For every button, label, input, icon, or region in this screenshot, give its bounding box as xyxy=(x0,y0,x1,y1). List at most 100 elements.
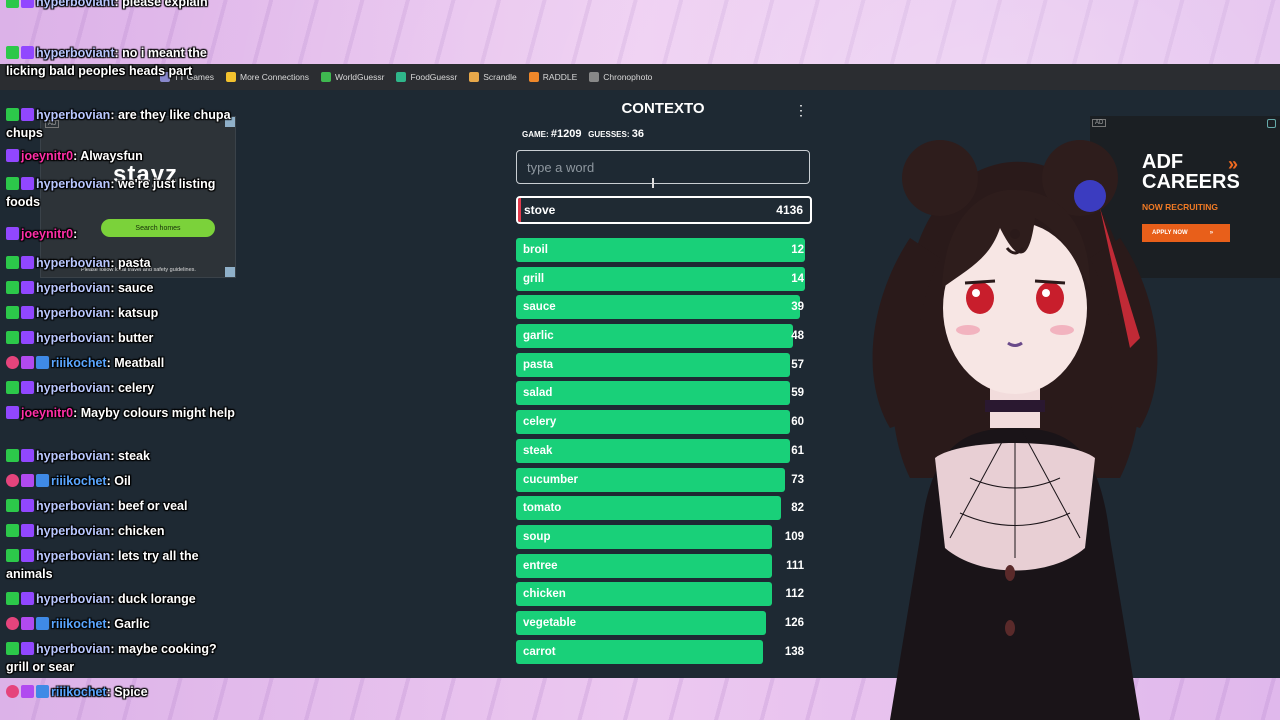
chat-separator: : xyxy=(110,642,118,656)
game-label: GAME: xyxy=(522,130,549,139)
guess-word: broil xyxy=(523,244,548,256)
chat-username[interactable]: hyperbovian xyxy=(36,281,110,295)
guess-distance: 48 xyxy=(791,330,804,343)
chat-username[interactable]: hyperbovian xyxy=(36,449,110,463)
chat-username[interactable]: hyperbovian xyxy=(36,381,110,395)
chat-separator: : xyxy=(110,592,118,606)
chat-message: hyperbovian: steak xyxy=(6,448,238,466)
chat-username[interactable]: hyperbovian xyxy=(36,549,110,563)
guess-word: carrot xyxy=(523,645,556,658)
chat-username[interactable]: joeynitr0 xyxy=(21,149,73,163)
guess-word: chicken xyxy=(523,588,566,601)
bookmark-item[interactable]: Scrandle xyxy=(469,72,517,82)
chat-message: hyperbovian: maybe cooking? grill or sea… xyxy=(6,641,238,676)
distance-bar xyxy=(516,381,790,406)
chat-text: Spice xyxy=(114,685,148,699)
ad-info-icon[interactable] xyxy=(1267,119,1276,128)
bookmark-label: WorldGuessr xyxy=(334,72,385,82)
green-badge-icon xyxy=(6,642,19,655)
chat-username[interactable]: hyperbovian xyxy=(36,592,110,606)
chat-username[interactable]: hyperbovian xyxy=(36,499,110,513)
guess-row: steak 61 xyxy=(516,438,812,463)
chat-separator: : xyxy=(110,281,118,295)
word-input[interactable] xyxy=(516,150,810,184)
guess-row: garlic 48 xyxy=(516,324,812,349)
guess-word: soup xyxy=(523,530,551,543)
chat-username[interactable]: riiikochet xyxy=(51,474,107,488)
chat-text: butter xyxy=(117,331,154,345)
purple-badge-icon xyxy=(6,227,19,240)
blue-badge-icon xyxy=(36,356,49,369)
chat-username[interactable]: joeynitr0 xyxy=(21,406,73,420)
chat-text: Garlic xyxy=(114,617,150,631)
chat-username[interactable]: hyperboviant xyxy=(36,0,115,9)
guess-distance: 39 xyxy=(791,301,804,314)
green-badge-icon xyxy=(6,381,19,394)
chat-text: duck lorange xyxy=(117,592,196,606)
chat-message: hyperbovian: we're just listing foods xyxy=(6,176,238,211)
chat-username[interactable]: hyperbovian xyxy=(36,108,110,122)
chat-separator: : xyxy=(110,524,118,538)
chat-message: hyperbovian: beef or veal xyxy=(6,498,238,516)
last-guess-distance: 4136 xyxy=(776,203,803,217)
bookmark-item[interactable]: FoodGuessr xyxy=(396,72,457,82)
chat-username[interactable]: riiikochet xyxy=(51,685,107,699)
purple-badge-icon xyxy=(6,149,19,162)
bookmark-item[interactable]: WorldGuessr xyxy=(320,72,385,82)
chat-text: pasta xyxy=(117,256,151,270)
last-guess-row: stove 4136 xyxy=(516,196,812,224)
guess-distance: 111 xyxy=(786,559,804,572)
guess-row: pasta 57 xyxy=(516,352,812,377)
green-badge-icon xyxy=(6,331,19,344)
kebab-menu-icon[interactable]: ⋮ xyxy=(794,102,808,118)
bookmark-item[interactable]: RADDLE xyxy=(528,72,577,82)
purple-badge-icon xyxy=(21,331,34,344)
guess-row: sauce 39 xyxy=(516,295,812,320)
distance-bar xyxy=(516,352,790,377)
chat-username[interactable]: hyperboviant xyxy=(36,46,115,60)
chat-username[interactable]: hyperbovian xyxy=(36,177,110,191)
purple-badge-icon xyxy=(21,46,34,59)
guesses-count: 36 xyxy=(631,128,644,140)
chat-text: Alwaysfun xyxy=(80,149,143,163)
chat-username[interactable]: hyperbovian xyxy=(36,642,110,656)
purple-badge-icon xyxy=(21,281,34,294)
pink-badge-icon xyxy=(6,356,19,369)
pink-badge-icon xyxy=(6,474,19,487)
purple-badge-icon xyxy=(21,108,34,121)
green-badge-icon xyxy=(6,256,19,269)
bookmark-item[interactable]: More Connections xyxy=(226,72,309,82)
guess-distance: 109 xyxy=(784,530,804,543)
chat-separator: : xyxy=(110,256,118,270)
distance-bar xyxy=(516,524,773,549)
purple-badge-icon xyxy=(21,256,34,269)
chat-username[interactable]: riiikochet xyxy=(51,356,107,370)
guess-distance: 57 xyxy=(791,358,804,371)
pink-badge-icon xyxy=(6,685,19,698)
green-badge-icon xyxy=(6,108,19,121)
chat-text: steak xyxy=(117,449,150,463)
chat-username[interactable]: hyperbovian xyxy=(36,306,110,320)
chat-message: joeynitr0: xyxy=(6,226,238,244)
chat-separator: : xyxy=(114,0,123,9)
purple-badge-icon xyxy=(6,406,19,419)
last-guess-word: stove xyxy=(524,203,556,217)
guesses-label: GUESSES: xyxy=(588,130,630,139)
chat-message: hyperbovian: duck lorange xyxy=(6,591,238,609)
chat-username[interactable]: riiikochet xyxy=(51,617,107,631)
chat-separator: : xyxy=(110,306,118,320)
chat-username[interactable]: hyperbovian xyxy=(36,331,110,345)
chat-username[interactable]: hyperbovian xyxy=(36,256,110,270)
chat-message: hyperbovian: sauce xyxy=(6,280,238,298)
bookmark-item[interactable]: Chronophoto xyxy=(589,72,652,82)
chat-username[interactable]: hyperbovian xyxy=(36,524,110,538)
chat-text: Meatball xyxy=(114,356,165,370)
guess-list: broil 12 grill 14 sauce 39 garlic 48 pasta 57 sala… xyxy=(516,238,812,668)
guess-row: carrot 138 xyxy=(516,639,812,664)
guess-word: tomato xyxy=(523,502,562,515)
green-badge-icon xyxy=(6,281,19,294)
chat-username[interactable]: joeynitr0 xyxy=(21,227,73,241)
guess-distance: 14 xyxy=(791,272,804,285)
bookmark-icon xyxy=(396,72,407,82)
guess-row: chicken 112 xyxy=(516,582,812,607)
